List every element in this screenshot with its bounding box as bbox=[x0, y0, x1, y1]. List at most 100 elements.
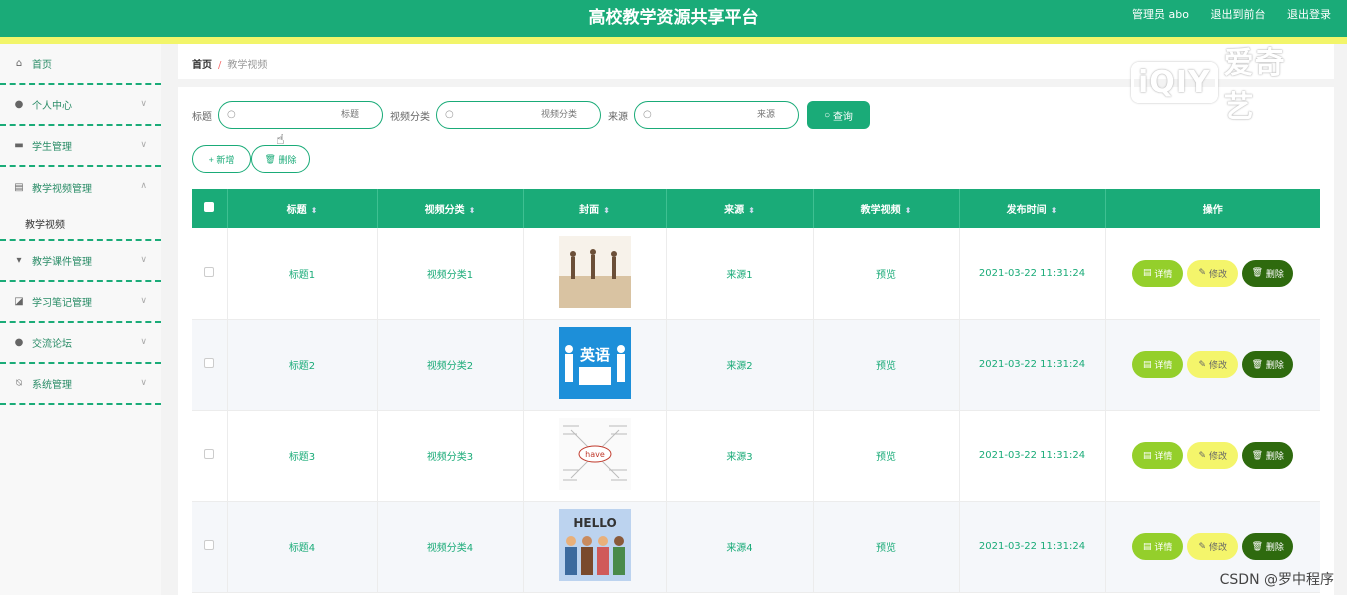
search-icon: ○ bbox=[824, 109, 833, 121]
cell-title: 标题1 bbox=[227, 228, 378, 320]
cell-cover: 英语 bbox=[523, 319, 667, 411]
cell-category: 视频分类2 bbox=[377, 319, 524, 411]
search-icon: ○ bbox=[227, 109, 236, 120]
add-button[interactable]: + 新增 bbox=[192, 145, 251, 173]
preview-link[interactable]: 预览 bbox=[813, 228, 960, 320]
sidebar-item-system[interactable]: ⍉ 系统管理 ∨ bbox=[0, 364, 161, 405]
cell-actions: ▤ 详情 ✎ 修改 🗑︎ 删除 bbox=[1105, 319, 1320, 411]
sort-icon: ⬍ bbox=[904, 206, 912, 215]
detail-button[interactable]: ▤ 详情 bbox=[1132, 442, 1184, 469]
sidebar-subitem-video[interactable]: 教学视频 bbox=[0, 208, 161, 241]
cell-time: 2021-03-22 11:31:24 bbox=[959, 228, 1106, 320]
breadcrumb: 首页 / 教学视频 bbox=[192, 56, 267, 71]
col-category[interactable]: 视频分类 ⬍ bbox=[377, 189, 524, 228]
chevron-down-icon: ∨ bbox=[140, 378, 147, 388]
preview-link[interactable]: 预览 bbox=[813, 410, 960, 502]
cell-source: 来源1 bbox=[666, 228, 814, 320]
category-search-field[interactable]: ○ bbox=[436, 101, 601, 129]
trash-icon: 🗑︎ bbox=[1251, 268, 1266, 279]
col-title[interactable]: 标题 ⬍ bbox=[227, 189, 378, 228]
detail-button[interactable]: ▤ 详情 bbox=[1132, 259, 1184, 287]
to-front-link[interactable]: 退出到前台 bbox=[1211, 8, 1266, 21]
logout-link[interactable]: 退出登录 bbox=[1287, 8, 1331, 21]
category-label: 视频分类 bbox=[390, 111, 430, 123]
breadcrumb-home[interactable]: 首页 bbox=[192, 60, 212, 71]
sidebar-item-label: 个人中心 bbox=[32, 101, 72, 112]
table-row: 标题4 视频分类4 HELLO 来源4 预览 2021-03-22 11:31:… bbox=[192, 501, 1320, 593]
search-icon: ○ bbox=[643, 109, 652, 120]
category-input[interactable] bbox=[459, 105, 597, 125]
table-row: 标题1 视频分类1 来源1 预览 2021-03-22 11:31:24 ▤ 详… bbox=[192, 228, 1320, 320]
sidebar-item-students[interactable]: ▬ 学生管理 ∨ bbox=[0, 126, 161, 167]
col-cover[interactable]: 封面 ⬍ bbox=[523, 189, 667, 228]
batch-delete-button[interactable]: 🗑︎ 删除 bbox=[251, 145, 310, 173]
sidebar-item-label: 交流论坛 bbox=[32, 339, 72, 350]
edit-button[interactable]: ✎ 修改 bbox=[1187, 442, 1239, 469]
document-icon: ▤ bbox=[1143, 268, 1155, 279]
sidebar-item-label: 首页 bbox=[32, 60, 52, 71]
trash-icon: 🗑︎ bbox=[1251, 359, 1266, 370]
detail-button[interactable]: ▤ 详情 bbox=[1132, 351, 1184, 378]
edit-button[interactable]: ✎ 修改 bbox=[1187, 351, 1239, 378]
sidebar-item-video-mgmt[interactable]: ▤ 教学视频管理 ∧ bbox=[0, 167, 161, 208]
row-checkbox[interactable] bbox=[192, 319, 228, 411]
trash-icon: 🗑︎ bbox=[264, 153, 279, 164]
table-row: 标题2 视频分类2 英语 来源2 预览 2021-03-22 11:31:24 … bbox=[192, 319, 1320, 411]
col-source[interactable]: 来源 ⬍ bbox=[666, 189, 814, 228]
chart-icon: ◪ bbox=[14, 296, 24, 307]
col-actions: 操作 bbox=[1105, 189, 1320, 228]
sidebar-item-forum[interactable]: ● 交流论坛 ∨ bbox=[0, 323, 161, 364]
query-button[interactable]: ○ 查询 bbox=[807, 101, 870, 129]
credit-text: CSDN @罗中程序 bbox=[1219, 572, 1334, 588]
sidebar-item-home[interactable]: ⌂ 首页 bbox=[0, 44, 161, 85]
sidebar-item-label: 学习笔记管理 bbox=[32, 298, 92, 309]
iqiyi-logo: iQIY bbox=[1131, 61, 1218, 103]
source-search-field[interactable]: ○ bbox=[634, 101, 799, 129]
admin-label: 管理员 abo bbox=[1132, 8, 1189, 21]
delete-button[interactable]: 🗑︎ 删除 bbox=[1242, 442, 1294, 469]
sidebar-item-label: 教学课件管理 bbox=[32, 257, 92, 268]
chevron-down-icon: ∨ bbox=[140, 255, 147, 265]
chevron-down-icon: ∨ bbox=[140, 337, 147, 347]
col-video[interactable]: 教学视频 ⬍ bbox=[813, 189, 960, 228]
delete-button[interactable]: 🗑︎ 删除 bbox=[1242, 259, 1294, 287]
title-search-field[interactable]: ○ bbox=[218, 101, 383, 129]
cover-image: have bbox=[558, 418, 631, 490]
cell-time: 2021-03-22 11:31:24 bbox=[959, 319, 1106, 411]
chevron-up-icon: ∧ bbox=[140, 181, 147, 191]
sort-icon: ⬍ bbox=[310, 206, 318, 215]
sort-icon: ⬍ bbox=[468, 206, 476, 215]
document-icon: ▤ bbox=[1143, 541, 1155, 552]
edit-button[interactable]: ✎ 修改 bbox=[1187, 259, 1239, 287]
user-icon: ● bbox=[14, 99, 24, 110]
sidebar-item-profile[interactable]: ● 个人中心 ∨ bbox=[0, 85, 161, 126]
cell-actions: ▤ 详情 ✎ 修改 🗑︎ 删除 bbox=[1105, 410, 1320, 502]
cell-category: 视频分类3 bbox=[377, 410, 524, 502]
preview-link[interactable]: 预览 bbox=[813, 501, 960, 593]
sort-icon: ⬍ bbox=[1050, 206, 1058, 215]
document-icon: ▤ bbox=[1143, 450, 1155, 461]
delete-button[interactable]: 🗑︎ 删除 bbox=[1242, 533, 1294, 560]
row-checkbox[interactable] bbox=[192, 410, 228, 502]
top-header: 高校教学资源共享平台 管理员 abo 退出到前台 退出登录 bbox=[0, 0, 1347, 37]
cell-cover: have bbox=[523, 410, 667, 502]
row-checkbox[interactable] bbox=[192, 228, 228, 320]
detail-button[interactable]: ▤ 详情 bbox=[1132, 533, 1184, 560]
pin-icon: ▾ bbox=[16, 255, 22, 266]
preview-link[interactable]: 预览 bbox=[813, 319, 960, 411]
sidebar: ⌂ 首页 ● 个人中心 ∨ ▬ 学生管理 ∨ ▤ 教学视频管理 ∧ 教学视频 ▾… bbox=[0, 44, 161, 595]
delete-button[interactable]: 🗑︎ 删除 bbox=[1242, 351, 1294, 378]
sort-icon: ⬍ bbox=[603, 206, 610, 215]
watermark-text: 爱奇艺 bbox=[1223, 46, 1286, 125]
row-checkbox[interactable] bbox=[192, 501, 228, 593]
cover-image: 英语 bbox=[558, 327, 631, 399]
sidebar-item-notes[interactable]: ◪ 学习笔记管理 ∨ bbox=[0, 282, 161, 323]
sidebar-item-courseware[interactable]: ▾ 教学课件管理 ∨ bbox=[0, 241, 161, 282]
pencil-icon: ✎ bbox=[1198, 359, 1209, 370]
select-all-checkbox[interactable] bbox=[192, 189, 228, 228]
col-time[interactable]: 发布时间 ⬍ bbox=[959, 189, 1106, 228]
title-input[interactable] bbox=[241, 105, 379, 125]
chevron-down-icon: ∨ bbox=[140, 140, 147, 150]
source-input[interactable] bbox=[657, 105, 795, 125]
edit-button[interactable]: ✎ 修改 bbox=[1187, 533, 1239, 560]
